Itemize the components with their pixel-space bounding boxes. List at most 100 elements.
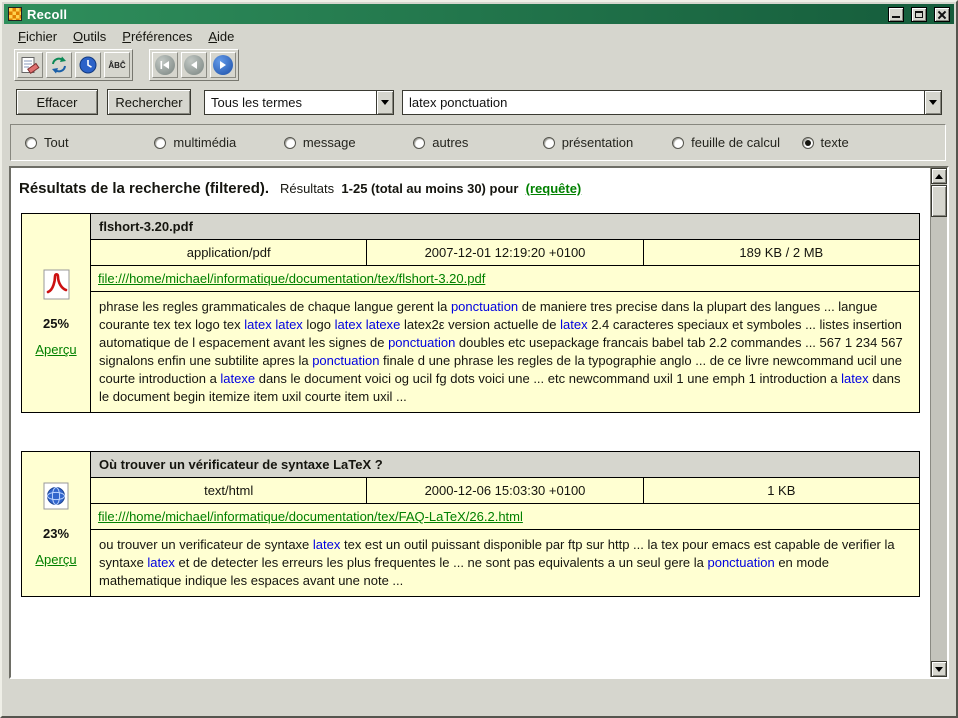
menu-fichier[interactable]: Fichier: [10, 25, 65, 48]
search-mode-value: Tous les termes: [205, 91, 376, 114]
first-page-button[interactable]: [152, 52, 178, 78]
filter-radio-message[interactable]: message: [284, 135, 413, 150]
close-button[interactable]: [934, 7, 950, 22]
result-body: Où trouver un vérificateur de syntaxe La…: [90, 451, 920, 597]
result-title[interactable]: flshort-3.20.pdf: [90, 213, 920, 240]
result-body: flshort-3.20.pdf application/pdf 2007-12…: [90, 213, 920, 413]
results-area: Résultats de la recherche (filtered). Ré…: [9, 166, 949, 679]
query-combobox: [402, 90, 942, 115]
filter-label: multimédia: [173, 135, 236, 150]
chevron-down-icon: [381, 100, 389, 105]
radio-icon: [284, 137, 296, 149]
category-filter-bar: Tout multimédia message autres présentat…: [10, 124, 946, 161]
radio-icon: [672, 137, 684, 149]
next-page-icon: [213, 55, 233, 75]
term-explorer-icon: ÂBĈ: [108, 61, 125, 70]
clear-search-icon: [20, 55, 40, 75]
radio-icon: [413, 137, 425, 149]
update-index-icon: [49, 55, 69, 75]
results-list: Résultats de la recherche (filtered). Ré…: [11, 168, 930, 677]
relevance-percent: 25%: [43, 316, 69, 331]
results-scrollbar[interactable]: [930, 168, 947, 677]
scrollbar-thumb[interactable]: [931, 185, 947, 217]
document-history-button[interactable]: [75, 52, 101, 78]
toolbar-group-main: ÂBĈ: [14, 49, 133, 81]
titlebar[interactable]: Recoll: [4, 4, 954, 24]
result-date: 2000-12-06 15:03:30 +0100: [366, 477, 643, 504]
filter-radio-multimedia[interactable]: multimédia: [154, 135, 283, 150]
results-title: Résultats de la recherche (filtered).: [19, 180, 269, 197]
result-size: 189 KB / 2 MB: [643, 239, 920, 266]
results-prefix: Résultats: [280, 181, 334, 196]
radio-icon: [543, 137, 555, 149]
result-snippet: phrase les regles grammaticales de chaqu…: [90, 291, 920, 413]
result-meta-row: application/pdf 2007-12-01 12:19:20 +010…: [90, 239, 920, 266]
filter-radio-presentation[interactable]: présentation: [543, 135, 672, 150]
query-input[interactable]: [403, 91, 924, 114]
result-item: 23% Aperçu Où trouver un vérificateur de…: [21, 451, 920, 597]
html-icon: [43, 482, 69, 510]
document-history-icon: [78, 55, 98, 75]
maximize-icon: [915, 11, 923, 18]
query-history-arrow[interactable]: [924, 91, 941, 114]
recoll-window: Recoll Fichier Outils Préférences Aide: [0, 0, 958, 718]
result-side-panel: 23% Aperçu: [21, 451, 91, 597]
filetype-icon: [43, 269, 70, 305]
filter-radio-tout[interactable]: Tout: [25, 135, 154, 150]
result-mime: text/html: [90, 477, 367, 504]
result-date: 2007-12-01 12:19:20 +0100: [366, 239, 643, 266]
result-title[interactable]: Où trouver un vérificateur de syntaxe La…: [90, 451, 920, 478]
query-details-link[interactable]: (requête): [526, 181, 582, 196]
next-page-button[interactable]: [210, 52, 236, 78]
preview-link[interactable]: Aperçu: [35, 342, 76, 357]
app-icon: [8, 7, 22, 21]
arrow-down-icon: [935, 667, 943, 672]
menu-aide[interactable]: Aide: [200, 25, 242, 48]
previous-page-button[interactable]: [181, 52, 207, 78]
filter-label: message: [303, 135, 356, 150]
result-url-row: file:///home/michael/informatique/docume…: [90, 265, 920, 292]
menu-outils[interactable]: Outils: [65, 25, 114, 48]
toolbar-group-nav: [149, 49, 239, 81]
first-page-icon: [155, 55, 175, 75]
minimize-button[interactable]: [888, 7, 904, 22]
maximize-button[interactable]: [911, 7, 927, 22]
previous-page-icon: [184, 55, 204, 75]
relevance-percent: 23%: [43, 526, 69, 541]
toolbar: ÂBĈ: [4, 48, 954, 82]
filter-label: Tout: [44, 135, 69, 150]
result-item: 25% Aperçu flshort-3.20.pdf application/…: [21, 213, 920, 413]
term-explorer-button[interactable]: ÂBĈ: [104, 52, 130, 78]
search-mode-select[interactable]: Tous les termes: [204, 90, 394, 115]
results-header: Résultats de la recherche (filtered). Ré…: [13, 172, 928, 209]
clear-button[interactable]: Effacer: [16, 89, 98, 115]
menu-preferences[interactable]: Préférences: [114, 25, 200, 48]
filter-radio-feuille-de-calcul[interactable]: feuille de calcul: [672, 135, 801, 150]
preview-link[interactable]: Aperçu: [35, 552, 76, 567]
filter-label: présentation: [562, 135, 634, 150]
filter-label: feuille de calcul: [691, 135, 780, 150]
clear-search-button[interactable]: [17, 52, 43, 78]
filter-radio-autres[interactable]: autres: [413, 135, 542, 150]
result-mime: application/pdf: [90, 239, 367, 266]
results-range: 1-25 (total au moins 30) pour: [341, 181, 518, 196]
result-snippet: ou trouver un verificateur de syntaxe la…: [90, 529, 920, 597]
chevron-down-icon: [929, 100, 937, 105]
scroll-up-button[interactable]: [931, 168, 947, 184]
scroll-down-button[interactable]: [931, 661, 947, 677]
filter-label: autres: [432, 135, 468, 150]
filter-radio-texte[interactable]: texte: [802, 135, 931, 150]
filetype-icon: [43, 482, 69, 515]
radio-icon: [25, 137, 37, 149]
result-url-link[interactable]: file:///home/michael/informatique/docume…: [98, 509, 523, 524]
update-index-button[interactable]: [46, 52, 72, 78]
menubar: Fichier Outils Préférences Aide: [4, 24, 954, 48]
result-side-panel: 25% Aperçu: [21, 213, 91, 413]
search-mode-arrow[interactable]: [376, 91, 393, 114]
result-size: 1 KB: [643, 477, 920, 504]
result-url-link[interactable]: file:///home/michael/informatique/docume…: [98, 271, 485, 286]
pdf-icon: [43, 269, 70, 300]
result-meta-row: text/html 2000-12-06 15:03:30 +0100 1 KB: [90, 477, 920, 504]
search-button[interactable]: Rechercher: [107, 89, 191, 115]
filter-label: texte: [821, 135, 849, 150]
